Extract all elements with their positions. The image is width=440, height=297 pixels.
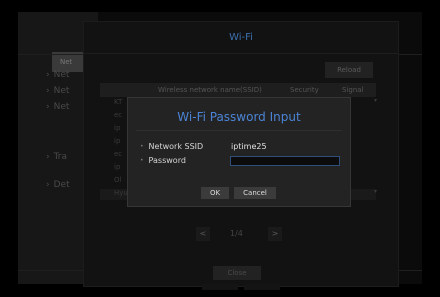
hidden-button [202, 284, 238, 290]
divider [84, 53, 398, 54]
row-ssid: ip [114, 137, 121, 145]
close-button[interactable]: Close [213, 266, 261, 280]
column-header-ssid: Wireless network name(SSID) [158, 86, 262, 94]
page-indicator: 1/4 [230, 229, 243, 238]
row-ssid: ip [114, 163, 121, 171]
column-header-security: Security [290, 86, 319, 94]
prev-page-button[interactable]: < [196, 227, 210, 241]
bullet-dot-icon: • [140, 157, 144, 164]
chevron-right-icon: › [46, 86, 50, 96]
next-page-button[interactable]: > [268, 227, 282, 241]
chevron-down-icon: ▾ [374, 188, 378, 195]
row-ssid: Ol [114, 176, 122, 184]
row-ssid: ec [114, 111, 123, 119]
network-ssid-value: iptime25 [231, 142, 267, 151]
cancel-button[interactable]: Cancel [234, 187, 276, 199]
divider [136, 130, 342, 131]
chevron-right-icon: › [46, 102, 50, 112]
chevron-right-icon: › [46, 152, 50, 162]
row-ssid: KT [114, 98, 123, 106]
ok-button[interactable]: OK [201, 187, 229, 199]
network-ssid-label-row: • Network SSID [140, 142, 203, 151]
network-ssid-label: Network SSID [148, 142, 204, 151]
hidden-button [244, 284, 280, 290]
wifi-dialog-title: Wi-Fi [229, 32, 253, 43]
chevron-right-icon: › [46, 70, 50, 80]
row-ssid: ec [114, 150, 123, 158]
password-label-row: • Password [140, 156, 186, 165]
background-menu-item[interactable]: › Det [46, 180, 70, 190]
wifi-password-dialog: Wi-Fi Password Input • Network SSID iptim… [127, 97, 351, 207]
table-header: Wireless network name(SSID) Security Sig… [100, 83, 376, 97]
chevron-down-icon: ▾ [374, 97, 378, 104]
background-menu-item[interactable]: › Net [46, 86, 69, 96]
password-input[interactable] [230, 156, 340, 166]
chevron-right-icon: › [46, 180, 50, 190]
row-ssid: ip [114, 124, 121, 132]
background-menu-item[interactable]: › Net [46, 102, 69, 112]
background-menu-item[interactable]: › Tra [46, 152, 67, 162]
reload-button[interactable]: Reload [325, 62, 373, 78]
column-header-signal: Signal [342, 86, 364, 94]
background-menu-item[interactable]: › Net [46, 70, 69, 80]
bullet-dot-icon: • [140, 143, 144, 150]
password-label: Password [148, 156, 186, 165]
password-dialog-title: Wi-Fi Password Input [177, 110, 301, 124]
